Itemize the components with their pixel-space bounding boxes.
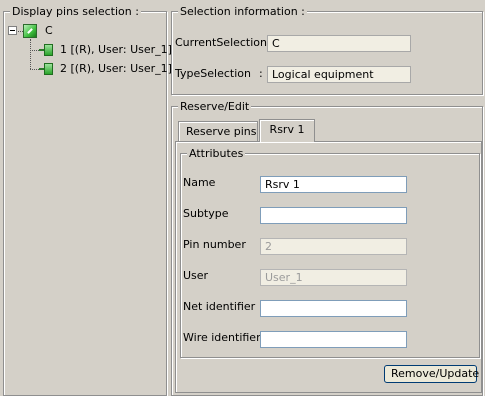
tree-pin-label: 2 [(R), User: User_1] bbox=[60, 62, 172, 75]
subtype-input[interactable] bbox=[260, 207, 407, 224]
collapse-icon[interactable] bbox=[8, 26, 17, 35]
tree-pin-label: 1 [(R), User: User_1] bbox=[60, 43, 172, 56]
tab-reserve-pins[interactable]: Reserve pins bbox=[178, 121, 258, 142]
display-pins-panel: Display pins selection : C 1 [(R), User:… bbox=[3, 5, 172, 396]
tree-connector bbox=[30, 39, 31, 69]
tree-pin-item[interactable]: 1 [(R), User: User_1] bbox=[60, 42, 172, 58]
current-selection-field: C bbox=[267, 35, 411, 52]
selection-info-panel: Selection information : CurrentSelection… bbox=[171, 5, 483, 95]
type-selection-field: Logical equipment bbox=[267, 66, 411, 83]
net-identifier-label: Net identifier bbox=[183, 300, 256, 313]
pin-icon bbox=[39, 44, 53, 56]
attributes-group: Attributes Name Rsrv 1 Subtype Pin numbe… bbox=[180, 147, 480, 358]
user-label: User bbox=[183, 269, 209, 282]
wire-identifier-input[interactable] bbox=[260, 331, 407, 348]
tree-pin-item[interactable]: 2 [(R), User: User_1] bbox=[60, 61, 172, 77]
tree-connector bbox=[30, 69, 39, 70]
reserve-edit-title: Reserve/Edit bbox=[178, 100, 252, 113]
selection-info-title: Selection information : bbox=[178, 5, 307, 18]
name-label: Name bbox=[183, 176, 216, 189]
tab-reserve-pins-label: Reserve pins bbox=[186, 125, 257, 138]
remove-update-button[interactable]: Remove/Update bbox=[384, 365, 479, 383]
tab-rsrv-1-label: Rsrv 1 bbox=[269, 123, 305, 136]
current-selection-label: CurrentSelection : bbox=[175, 36, 275, 49]
type-selection-label: TypeSelection bbox=[175, 67, 251, 80]
logical-equipment-icon bbox=[23, 24, 37, 38]
reserve-edit-panel: Reserve/Edit Reserve pins Rsrv 1 Attribu… bbox=[171, 100, 483, 396]
net-identifier-input[interactable] bbox=[260, 300, 407, 317]
tree-root-item[interactable]: C bbox=[45, 23, 53, 39]
name-input[interactable]: Rsrv 1 bbox=[260, 176, 407, 193]
pins-tree: C 1 [(R), User: User_1] 2 [(R), User: Us… bbox=[4, 12, 172, 92]
rsrv-1-tabpanel: Attributes Name Rsrv 1 Subtype Pin numbe… bbox=[175, 141, 482, 393]
pin-number-field: 2 bbox=[260, 238, 407, 255]
wire-identifier-label: Wire identifier bbox=[183, 331, 261, 344]
pin-number-label: Pin number bbox=[183, 238, 246, 251]
attributes-title: Attributes bbox=[187, 147, 246, 160]
tree-root-label: C bbox=[45, 24, 53, 37]
type-selection-colon: : bbox=[259, 67, 263, 80]
user-field: User_1 bbox=[260, 269, 407, 286]
tree-connector bbox=[30, 50, 39, 51]
pin-icon bbox=[39, 63, 53, 75]
subtype-label: Subtype bbox=[183, 207, 229, 220]
tab-rsrv-1[interactable]: Rsrv 1 bbox=[259, 119, 315, 142]
